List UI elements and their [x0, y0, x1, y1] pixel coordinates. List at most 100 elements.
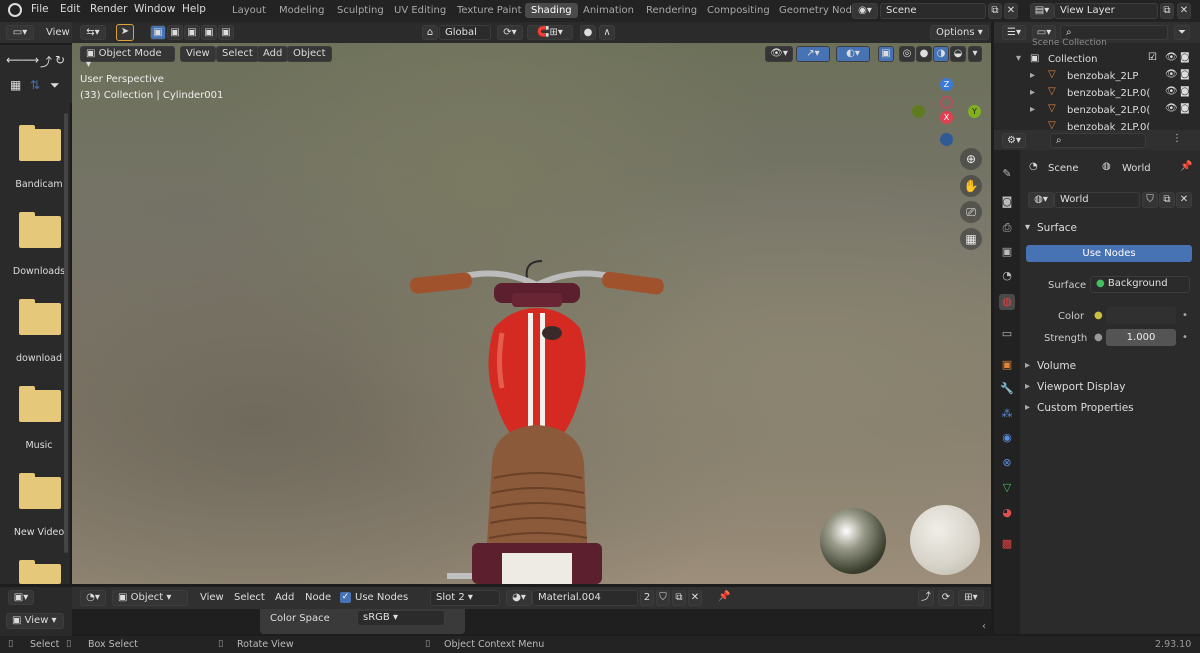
expand-arrow-icon[interactable]: ▸: [1030, 70, 1035, 81]
axis-neg-y-icon[interactable]: [912, 105, 925, 118]
node-snap-element-icon[interactable]: ⊞▾: [958, 590, 984, 606]
color-swatch[interactable]: [1106, 307, 1176, 324]
properties-search-input[interactable]: ⌕: [1050, 133, 1146, 148]
material-name-field[interactable]: Material.004: [532, 590, 638, 606]
strength-keyframe-icon[interactable]: •: [1182, 332, 1188, 343]
outliner-object-row[interactable]: ▸ ▽ benzobak_2LP.0( 👁 ◙: [1020, 85, 1200, 102]
node-snap-icon[interactable]: ⟳: [938, 590, 954, 606]
snap-icon[interactable]: 🧲⊞▾: [527, 25, 573, 40]
scene-context-label[interactable]: Scene: [1048, 163, 1079, 174]
back-icon[interactable]: ⟵: [6, 53, 23, 67]
outliner-editor-icon[interactable]: ☰▾: [1002, 25, 1026, 40]
physics-tab-icon[interactable]: ◉: [999, 430, 1015, 446]
forward-icon[interactable]: ⟶: [22, 53, 39, 67]
outliner-object-row[interactable]: ▸ ▽ benzobak_2LP 👁 ◙: [1020, 68, 1200, 85]
shading-material-icon[interactable]: ◑: [933, 46, 949, 62]
select-mode-intersect-icon[interactable]: ▣: [218, 25, 234, 40]
view-layer-tab-icon[interactable]: ▣: [999, 244, 1015, 260]
refresh-icon[interactable]: ↻: [55, 53, 65, 67]
eye-icon[interactable]: 👁: [1165, 86, 1178, 97]
material-tab-icon[interactable]: ◕: [999, 505, 1015, 521]
folder-icon[interactable]: [19, 125, 61, 161]
tab-sculpting[interactable]: Sculpting: [331, 4, 390, 17]
overlays-icon[interactable]: ◐▾: [836, 46, 870, 62]
tool-tab-icon[interactable]: ✎: [999, 166, 1015, 182]
axis-neg-x-icon[interactable]: [940, 96, 953, 109]
menu-edit[interactable]: Edit: [60, 3, 80, 15]
axis-neg-z-icon[interactable]: [940, 133, 953, 146]
parent-dir-icon[interactable]: ⤴: [40, 53, 52, 70]
strength-field[interactable]: 1.000: [1106, 329, 1176, 346]
sort-icon[interactable]: ⇅: [30, 78, 40, 92]
visibility-icon[interactable]: 👁▾: [765, 46, 793, 62]
surface-shader-field[interactable]: ● Background: [1090, 276, 1190, 293]
constraints-tab-icon[interactable]: ⊗: [999, 455, 1015, 471]
material-browse-icon[interactable]: ◕▾: [506, 590, 532, 606]
scene-tab-icon[interactable]: ◔: [999, 268, 1015, 284]
shader-editor-type-icon[interactable]: ◔▾: [80, 590, 106, 606]
new-material-icon[interactable]: ⧉: [672, 590, 686, 606]
delete-scene-icon[interactable]: ✕: [1004, 3, 1018, 19]
folder-icon[interactable]: [19, 386, 61, 422]
slot-dropdown[interactable]: Slot 2 ▾: [430, 590, 500, 606]
material-users-count[interactable]: 2: [640, 590, 654, 606]
tab-shading[interactable]: Shading: [525, 3, 578, 18]
expand-arrow-icon[interactable]: ▸: [1030, 87, 1035, 98]
tab-texture-paint[interactable]: Texture Paint: [451, 4, 528, 17]
pin-icon[interactable]: 📌: [1180, 161, 1192, 172]
viewport-menu-select[interactable]: Select: [216, 46, 259, 62]
blender-logo-icon[interactable]: [8, 3, 22, 17]
camera-icon[interactable]: ◙: [1180, 52, 1190, 63]
select-tool-icon[interactable]: ➤: [116, 24, 134, 41]
render-tab-icon[interactable]: ◙: [999, 194, 1015, 210]
viewport-menu-add[interactable]: Add: [257, 46, 289, 62]
tab-modeling[interactable]: Modeling: [273, 4, 331, 17]
modifier-tab-icon[interactable]: 🔧: [999, 381, 1015, 397]
unlink-world-icon[interactable]: ✕: [1176, 192, 1192, 208]
new-world-icon[interactable]: ⧉: [1159, 192, 1175, 208]
fake-user-icon[interactable]: ⛉: [1142, 192, 1158, 208]
editor-type-icon[interactable]: ▣▾: [8, 590, 34, 605]
outliner-filter-icon[interactable]: ⏷: [1174, 25, 1190, 40]
pin-icon[interactable]: 📌: [718, 591, 730, 602]
collapsed-arrow-icon[interactable]: ▸: [1025, 381, 1030, 392]
shading-wireframe-icon[interactable]: ◎: [899, 46, 915, 62]
new-view-layer-icon[interactable]: ⧉: [1160, 3, 1174, 19]
view-layer-icon[interactable]: ▤▾: [1030, 3, 1054, 19]
transform-orientation-dropdown[interactable]: Global: [439, 25, 491, 40]
proportional-edit-icon[interactable]: ●: [580, 25, 596, 40]
collection-tab-icon[interactable]: ▭: [999, 326, 1015, 342]
tab-layout[interactable]: Layout: [226, 4, 272, 17]
select-mode-extend-icon[interactable]: ▣: [167, 25, 183, 40]
ortho-grid-icon[interactable]: ▦: [960, 228, 982, 250]
tab-animation[interactable]: Animation: [577, 4, 640, 17]
camera-icon[interactable]: ◙: [1180, 86, 1190, 97]
output-tab-icon[interactable]: ⎙: [999, 220, 1015, 236]
parent-node-tree-icon[interactable]: ⤴: [918, 590, 934, 606]
options-button[interactable]: Options ▾: [930, 25, 989, 40]
object-mode-dropdown[interactable]: ▣ Object Mode ▾: [80, 46, 175, 70]
viewport-menu-view[interactable]: View: [180, 46, 216, 62]
world-context-label[interactable]: World: [1122, 163, 1151, 174]
eye-icon[interactable]: 👁: [1165, 103, 1178, 114]
tab-compositing[interactable]: Compositing: [701, 4, 776, 17]
tool-settings-icon[interactable]: ⇆▾: [80, 25, 106, 40]
scene-name-field[interactable]: Scene: [880, 3, 986, 19]
select-mode-subtract-icon[interactable]: ▣: [184, 25, 200, 40]
color-keyframe-icon[interactable]: •: [1182, 310, 1188, 321]
properties-editor-icon[interactable]: ⚙▾: [1002, 133, 1026, 148]
pivot-icon[interactable]: ⟳▾: [497, 25, 523, 40]
sidebar-toggle-icon[interactable]: ‹: [982, 621, 986, 632]
scrollbar[interactable]: [64, 113, 68, 553]
transform-orientation-icon[interactable]: ⌂: [422, 25, 438, 40]
use-nodes-button[interactable]: Use Nodes: [1026, 245, 1192, 262]
file-browser-view-menu[interactable]: View: [46, 27, 70, 38]
shading-solid-icon[interactable]: ●: [916, 46, 932, 62]
view-menu-button[interactable]: ▣ View ▾: [6, 613, 64, 629]
editor-type-icon[interactable]: ▭▾: [6, 25, 34, 40]
node-menu-select[interactable]: Select: [234, 592, 265, 603]
filter-icon[interactable]: ⏷: [50, 78, 60, 93]
zoom-icon[interactable]: ⊕: [960, 148, 982, 170]
tab-rendering[interactable]: Rendering: [640, 4, 703, 17]
node-menu-add[interactable]: Add: [275, 592, 294, 603]
